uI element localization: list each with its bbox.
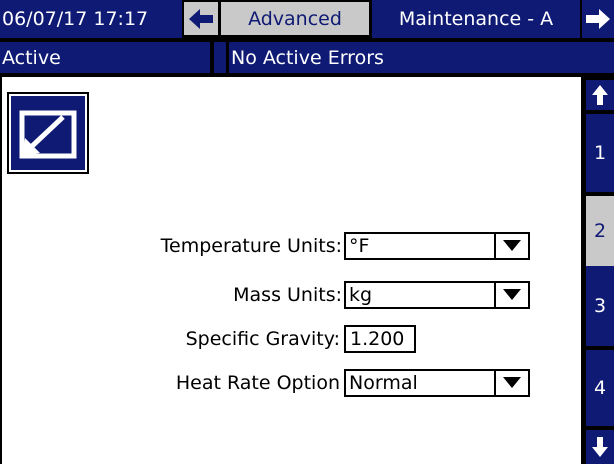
page-tab-4[interactable]: 4 — [586, 350, 614, 426]
scroll-down-button[interactable] — [586, 430, 614, 464]
mass-units-dropdown[interactable]: kg — [344, 281, 530, 309]
tab-advanced-label: Advanced — [248, 7, 342, 30]
page-tab-3[interactable]: 3 — [586, 266, 614, 346]
arrow-right-icon — [586, 9, 610, 29]
temperature-units-value: °F — [349, 235, 370, 257]
prev-screen-button[interactable] — [184, 2, 218, 35]
arrow-down-icon — [592, 437, 608, 457]
mass-units-label: Mass Units: — [233, 284, 342, 306]
dropdown-arrow-icon — [494, 234, 528, 258]
status-indicator — [214, 42, 226, 73]
tab-maintenance-label: Maintenance - A — [398, 8, 554, 30]
page-tab-1[interactable]: 1 — [586, 114, 614, 192]
temperature-units-label: Temperature Units: — [160, 235, 342, 257]
arrow-left-icon — [189, 8, 213, 29]
error-status: No Active Errors — [229, 42, 614, 73]
dropdown-arrow-icon — [494, 371, 528, 395]
page-tab-2[interactable]: 2 — [586, 196, 614, 274]
scroll-up-button[interactable] — [586, 80, 614, 110]
arrow-up-icon — [592, 85, 608, 105]
heat-rate-option-dropdown[interactable]: Normal — [344, 369, 530, 397]
datetime-display: 06/07/17 17:17 — [0, 0, 182, 38]
page-tab-4-label: 4 — [593, 377, 607, 399]
page-tab-3-label: 3 — [593, 295, 607, 317]
error-status-text: No Active Errors — [231, 46, 384, 69]
specific-gravity-value: 1.200 — [350, 328, 405, 350]
heat-rate-option-value: Normal — [349, 372, 418, 394]
tab-advanced[interactable]: Advanced — [221, 2, 369, 35]
specific-gravity-label: Specific Gravity: — [185, 328, 340, 350]
temperature-units-dropdown[interactable]: °F — [344, 232, 530, 260]
edit-setup-button[interactable] — [7, 92, 89, 174]
mass-units-value: kg — [349, 284, 373, 306]
heat-rate-option-label: Heat Rate Option — [175, 372, 340, 394]
tab-maintenance[interactable]: Maintenance - A — [372, 0, 580, 38]
page-tab-1-label: 1 — [593, 142, 607, 164]
system-state-text: Active — [2, 46, 61, 69]
system-state: Active — [0, 42, 210, 73]
edit-setup-icon — [19, 110, 77, 159]
specific-gravity-input[interactable]: 1.200 — [344, 325, 416, 353]
main-panel — [2, 77, 581, 464]
datetime-text: 06/07/17 17:17 — [2, 8, 149, 30]
page-tab-2-label: 2 — [593, 220, 607, 242]
next-screen-button[interactable] — [582, 0, 614, 38]
dropdown-arrow-icon — [494, 283, 528, 307]
